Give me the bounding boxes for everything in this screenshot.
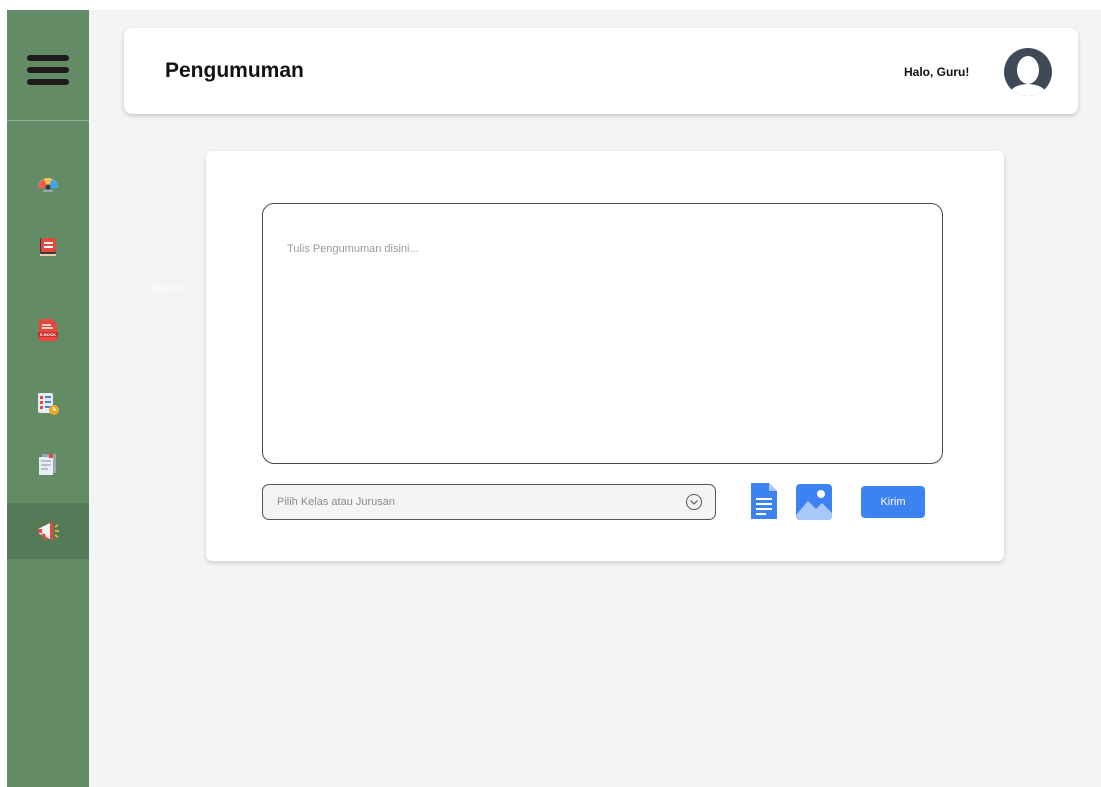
class-select-placeholder: Pilih Kelas atau Jurusan bbox=[277, 496, 396, 508]
sidebar-item-dashboard[interactable] bbox=[7, 156, 89, 212]
user-avatar-icon bbox=[1010, 56, 1046, 96]
task-icon bbox=[38, 393, 59, 415]
announcement-textarea[interactable]: Tulis Pengumuman disini... bbox=[262, 203, 943, 464]
document-attach-icon bbox=[751, 483, 777, 519]
sidebar-item-tasks[interactable] bbox=[7, 376, 89, 432]
sidebar-item-announcement[interactable] bbox=[7, 503, 89, 559]
greeting-text: Halo, Guru! bbox=[904, 65, 970, 79]
sidebar-divider bbox=[7, 120, 89, 121]
chevron-down-icon bbox=[686, 494, 702, 510]
menu-icon[interactable] bbox=[27, 55, 69, 91]
document-icon bbox=[39, 454, 56, 475]
dashboard-icon bbox=[38, 178, 58, 192]
attach-image-button[interactable] bbox=[795, 483, 833, 521]
header-bar: Pengumuman Halo, Guru! bbox=[124, 28, 1078, 114]
megaphone-icon bbox=[38, 522, 59, 540]
announcement-placeholder: Tulis Pengumuman disini... bbox=[287, 243, 419, 255]
attach-document-button[interactable] bbox=[749, 481, 779, 521]
announcement-card: Tulis Pengumuman disini... Pilih Kelas a… bbox=[206, 151, 1004, 561]
sidebar-item-documents[interactable] bbox=[7, 436, 89, 492]
ebook-badge-text: E-BOOK bbox=[40, 332, 56, 337]
book-icon bbox=[40, 238, 56, 256]
ebook-icon: E-BOOK bbox=[38, 319, 58, 341]
sidebar: E-BOOK bbox=[7, 10, 89, 787]
send-button[interactable]: Kirim bbox=[861, 486, 925, 518]
ghost-label: Senin 1 bbox=[152, 281, 193, 295]
sidebar-item-books[interactable] bbox=[7, 219, 89, 275]
sidebar-item-ebook[interactable]: E-BOOK bbox=[7, 302, 89, 358]
image-attach-icon bbox=[796, 484, 832, 520]
avatar[interactable] bbox=[1004, 48, 1052, 96]
page-title: Pengumuman bbox=[165, 59, 304, 82]
class-select[interactable]: Pilih Kelas atau Jurusan bbox=[262, 484, 716, 520]
